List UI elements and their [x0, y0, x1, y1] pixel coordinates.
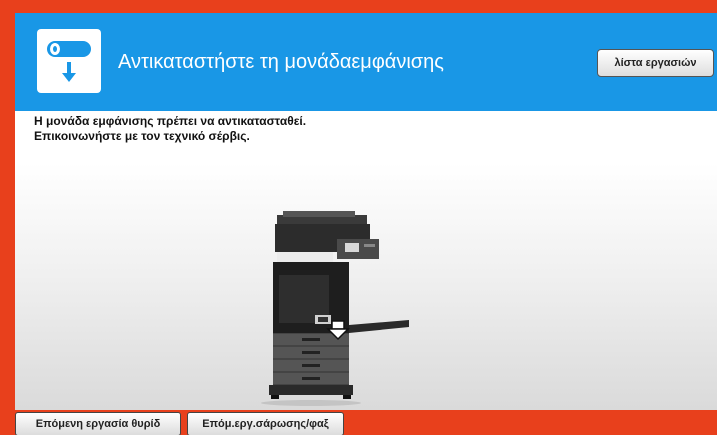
header-bar: Αντικαταστήστε τη μονάδαεμφάνισης λίστα … [15, 13, 717, 111]
warning-message: Η μονάδα εμφάνισης πρέπει να αντικαταστα… [34, 114, 306, 144]
footer-bar: Επόμενη εργασία θυρίδ Επόμ.εργ.σάρωσης/φ… [15, 410, 717, 435]
next-job-mailbox-button[interactable]: Επόμενη εργασία θυρίδ [15, 412, 181, 435]
next-scan-fax-button[interactable]: Επόμ.εργ.σάρωσης/φαξ [187, 412, 344, 435]
illustration-area [15, 163, 717, 410]
warning-screen: Αντικαταστήστε τη μονάδαεμφάνισης λίστα … [15, 13, 717, 435]
page-title: Αντικαταστήστε τη μονάδαεμφάνισης [118, 51, 444, 73]
printer-icon [261, 211, 409, 406]
developing-unit-replace-icon [37, 29, 101, 93]
message-line-1: Η μονάδα εμφάνισης πρέπει να αντικαταστα… [34, 114, 307, 128]
message-line-2: Επικοινωνήστε με τον τεχνικό σέρβις. [34, 129, 250, 143]
job-list-button[interactable]: λίστα εργασιών [597, 49, 714, 77]
printer-illustration [261, 211, 409, 406]
